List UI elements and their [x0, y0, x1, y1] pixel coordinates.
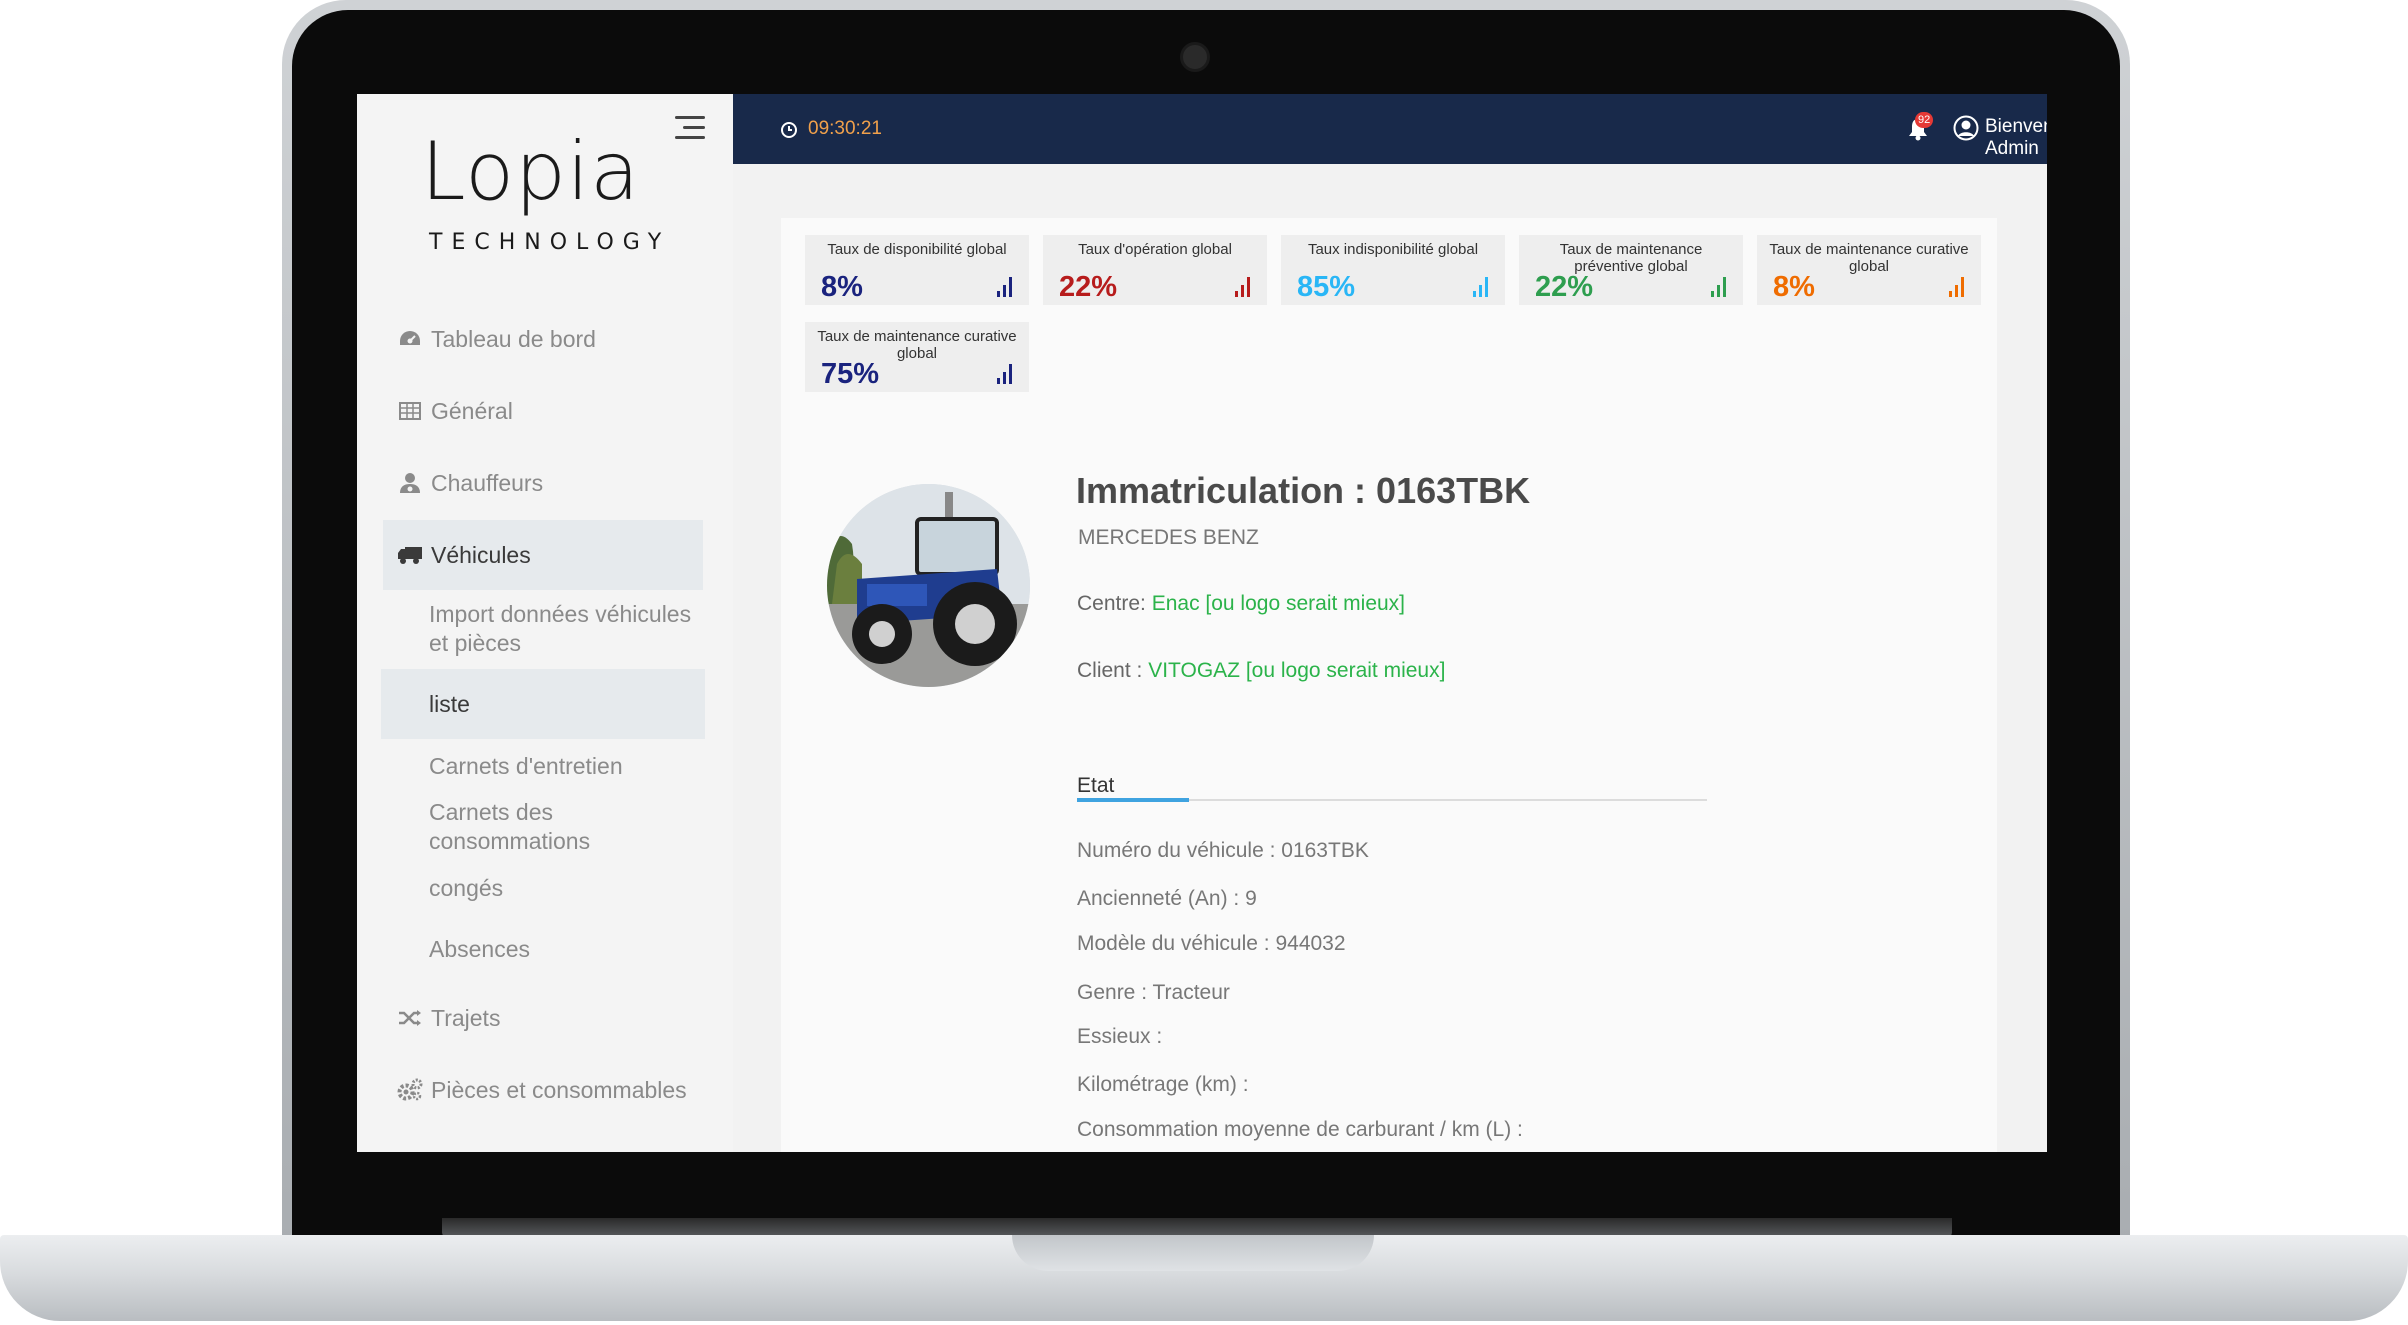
- tab-active-indicator: [1077, 798, 1189, 802]
- sidebar-subitem-label: Carnets des consommations: [429, 799, 591, 854]
- notification-badge: 92: [1915, 112, 1934, 128]
- driver-icon: [397, 470, 423, 496]
- spec-essieux: Essieux :: [1077, 1025, 1163, 1048]
- kpi-maintenance-preventive: Taux de maintenance préventive global 22…: [1519, 235, 1743, 305]
- vehicle-client: Client : VITOGAZ [ou logo serait mieux]: [1077, 659, 1445, 683]
- sidebar-item-label: Tableau de bord: [431, 325, 596, 352]
- shuffle-icon: [397, 1005, 423, 1031]
- kpi-label: Taux de maintenance curative global: [1769, 241, 1969, 275]
- webcam: [1180, 42, 1210, 72]
- kpi-value: 75%: [821, 358, 880, 390]
- user-avatar-icon[interactable]: [1953, 115, 1979, 141]
- clock-icon: [781, 122, 797, 138]
- sidebar-subitem-import[interactable]: Import données véhicules et pièces: [381, 599, 705, 659]
- kpi-label: Taux de maintenance préventive global: [1559, 241, 1703, 275]
- sidebar-subitem-label: liste: [429, 690, 470, 717]
- kpi-label: Taux de maintenance curative global: [817, 328, 1017, 362]
- dashboard-icon: [397, 326, 423, 352]
- centre-link[interactable]: Enac [ou logo serait mieux]: [1152, 592, 1405, 615]
- vehicle-brand: MERCEDES BENZ: [1078, 526, 1259, 549]
- sidebar-subitem-label: Carnets d'entretien: [429, 752, 623, 779]
- clock-time: 09:30:21: [808, 118, 882, 139]
- app-screen: Lopia TECHNOLOGY Tableau de bord Général…: [357, 94, 2047, 1152]
- bar-chart-icon: [997, 362, 1015, 384]
- spec-genre: Genre : Tracteur: [1077, 981, 1230, 1004]
- sidebar-subitem-carnets-consommations[interactable]: Carnets des consommations: [381, 799, 705, 854]
- sidebar-subitem-carnets-entretien[interactable]: Carnets d'entretien: [381, 748, 705, 784]
- vehicle-centre: Centre: Enac [ou logo serait mieux]: [1077, 592, 1405, 616]
- kpi-value: 8%: [1773, 271, 1815, 303]
- sidebar-item-label: Pièces et consommables: [431, 1076, 687, 1103]
- sidebar-item-dashboard[interactable]: Tableau de bord: [383, 304, 703, 374]
- kpi-value: 22%: [1535, 271, 1594, 303]
- bar-chart-icon: [1949, 275, 1967, 297]
- sidebar-subitem-liste[interactable]: liste: [381, 669, 705, 739]
- spec-kilometrage: Kilométrage (km) :: [1077, 1073, 1249, 1096]
- sidebar-item-label: Général: [431, 397, 513, 424]
- sidebar-subitem-label: congés: [429, 874, 504, 901]
- spec-anciennete: Ancienneté (An) : 9: [1077, 887, 1257, 910]
- gears-icon: [397, 1077, 423, 1103]
- bar-chart-icon: [1711, 275, 1729, 297]
- kpi-operation: Taux d'opération global 22%: [1043, 235, 1267, 305]
- sidebar-item-vehicules[interactable]: Véhicules: [383, 520, 703, 590]
- sidebar-item-trajets[interactable]: Trajets: [383, 983, 703, 1053]
- kpi-maintenance-curative-2: Taux de maintenance curative global 75%: [805, 322, 1029, 392]
- spec-numero: Numéro du véhicule : 0163TBK: [1077, 839, 1369, 862]
- bar-chart-icon: [1473, 275, 1491, 297]
- laptop-notch: [1012, 1235, 1374, 1271]
- kpi-value: 8%: [821, 271, 863, 303]
- sidebar-item-label: Chauffeurs: [431, 469, 544, 496]
- kpi-disponibilite: Taux de disponibilité global 8%: [805, 235, 1029, 305]
- table-icon: [397, 398, 423, 424]
- spec-modele: Modèle du véhicule : 944032: [1077, 932, 1346, 955]
- kpi-maintenance-curative: Taux de maintenance curative global 8%: [1757, 235, 1981, 305]
- sidebar-item-label: Véhicules: [431, 541, 531, 568]
- sidebar-subitem-conges[interactable]: congés: [381, 870, 705, 906]
- sidebar-item-pieces[interactable]: Pièces et consommables: [383, 1055, 703, 1125]
- kpi-value: 85%: [1297, 271, 1356, 303]
- topbar: 09:30:21 92 Bienvenue Admin: [733, 94, 2047, 164]
- client-link[interactable]: VITOGAZ [ou logo serait mieux]: [1148, 659, 1445, 682]
- sidebar: Lopia TECHNOLOGY Tableau de bord Général…: [357, 94, 733, 1152]
- sidebar-item-chauffeurs[interactable]: Chauffeurs: [383, 448, 703, 518]
- vehicle-photo: [827, 484, 1030, 687]
- sidebar-item-general[interactable]: Général: [383, 376, 703, 446]
- sidebar-item-label: Trajets: [431, 1004, 501, 1031]
- vehicle-registration-title: Immatriculation : 0163TBK: [1076, 470, 1531, 511]
- truck-icon: [397, 542, 423, 568]
- spec-consommation: Consommation moyenne de carburant / km (…: [1077, 1118, 1523, 1141]
- kpi-indisponibilite: Taux indisponibilité global 85%: [1281, 235, 1505, 305]
- bar-chart-icon: [997, 275, 1015, 297]
- centre-label: Centre:: [1077, 592, 1152, 615]
- tab-etat[interactable]: Etat: [1077, 774, 1114, 798]
- kpi-label: Taux de disponibilité global: [827, 241, 1007, 258]
- sidebar-subitem-label: Absences: [429, 935, 531, 962]
- kpi-label: Taux d'opération global: [1078, 241, 1232, 258]
- kpi-value: 22%: [1059, 271, 1118, 303]
- bar-chart-icon: [1235, 275, 1253, 297]
- kpi-label: Taux indisponibilité global: [1307, 241, 1479, 258]
- menu-toggle-icon[interactable]: [675, 116, 705, 140]
- logo-title: Lopia: [421, 125, 641, 218]
- client-label: Client :: [1077, 659, 1149, 682]
- sidebar-subitem-label: Import données véhicules et pièces: [429, 601, 692, 656]
- welcome-user-label[interactable]: Bienvenue Admin: [1985, 116, 2047, 160]
- logo-subtitle: TECHNOLOGY: [429, 230, 671, 255]
- sidebar-subitem-absences[interactable]: Absences: [381, 931, 705, 967]
